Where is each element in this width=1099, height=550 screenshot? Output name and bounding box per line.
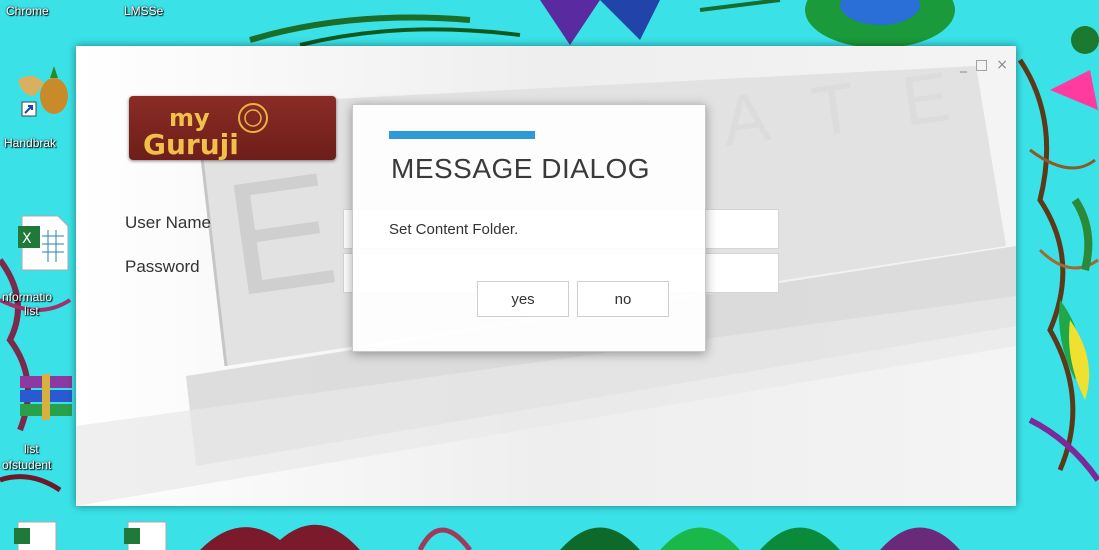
myguruji-logo: my Guruji — [129, 96, 336, 161]
dialog-title: MESSAGE DIALOG — [391, 153, 651, 184]
close-button[interactable]: × — [996, 58, 1008, 72]
no-button[interactable]: no — [577, 281, 669, 317]
desktop-icon-label[interactable]: list — [24, 442, 39, 456]
svg-text:Guruji: Guruji — [143, 128, 239, 160]
svg-text:X: X — [22, 231, 32, 247]
password-label: Password — [125, 257, 200, 276]
window-controls: _ □ × — [960, 58, 1008, 72]
winrar-archive-icon[interactable] — [16, 372, 76, 424]
message-dialog: MESSAGE DIALOG Set Content Folder. yes n… — [352, 104, 706, 352]
excel-file-icon[interactable] — [122, 520, 170, 550]
desktop-icon-label[interactable]: Chrome — [6, 4, 49, 18]
yes-button[interactable]: yes — [477, 281, 569, 317]
dialog-message: Set Content Folder. — [389, 221, 519, 238]
desktop-icon-label[interactable]: nformatio — [2, 290, 52, 304]
minimize-button[interactable]: _ — [960, 58, 967, 72]
username-label: User Name — [125, 213, 211, 232]
desktop-icon-label[interactable]: LMSSe — [124, 4, 163, 18]
maximize-button[interactable]: □ — [975, 58, 988, 72]
excel-file-icon[interactable]: X — [12, 212, 72, 272]
desktop-icon-label[interactable]: ofstudent — [2, 458, 51, 472]
dialog-accent-bar — [389, 131, 535, 139]
excel-file-icon[interactable] — [12, 520, 60, 550]
handbrake-icon[interactable] — [14, 62, 74, 122]
desktop-icon-label[interactable]: Handbrak — [4, 136, 56, 150]
desktop-icon-label[interactable]: list — [24, 304, 39, 318]
